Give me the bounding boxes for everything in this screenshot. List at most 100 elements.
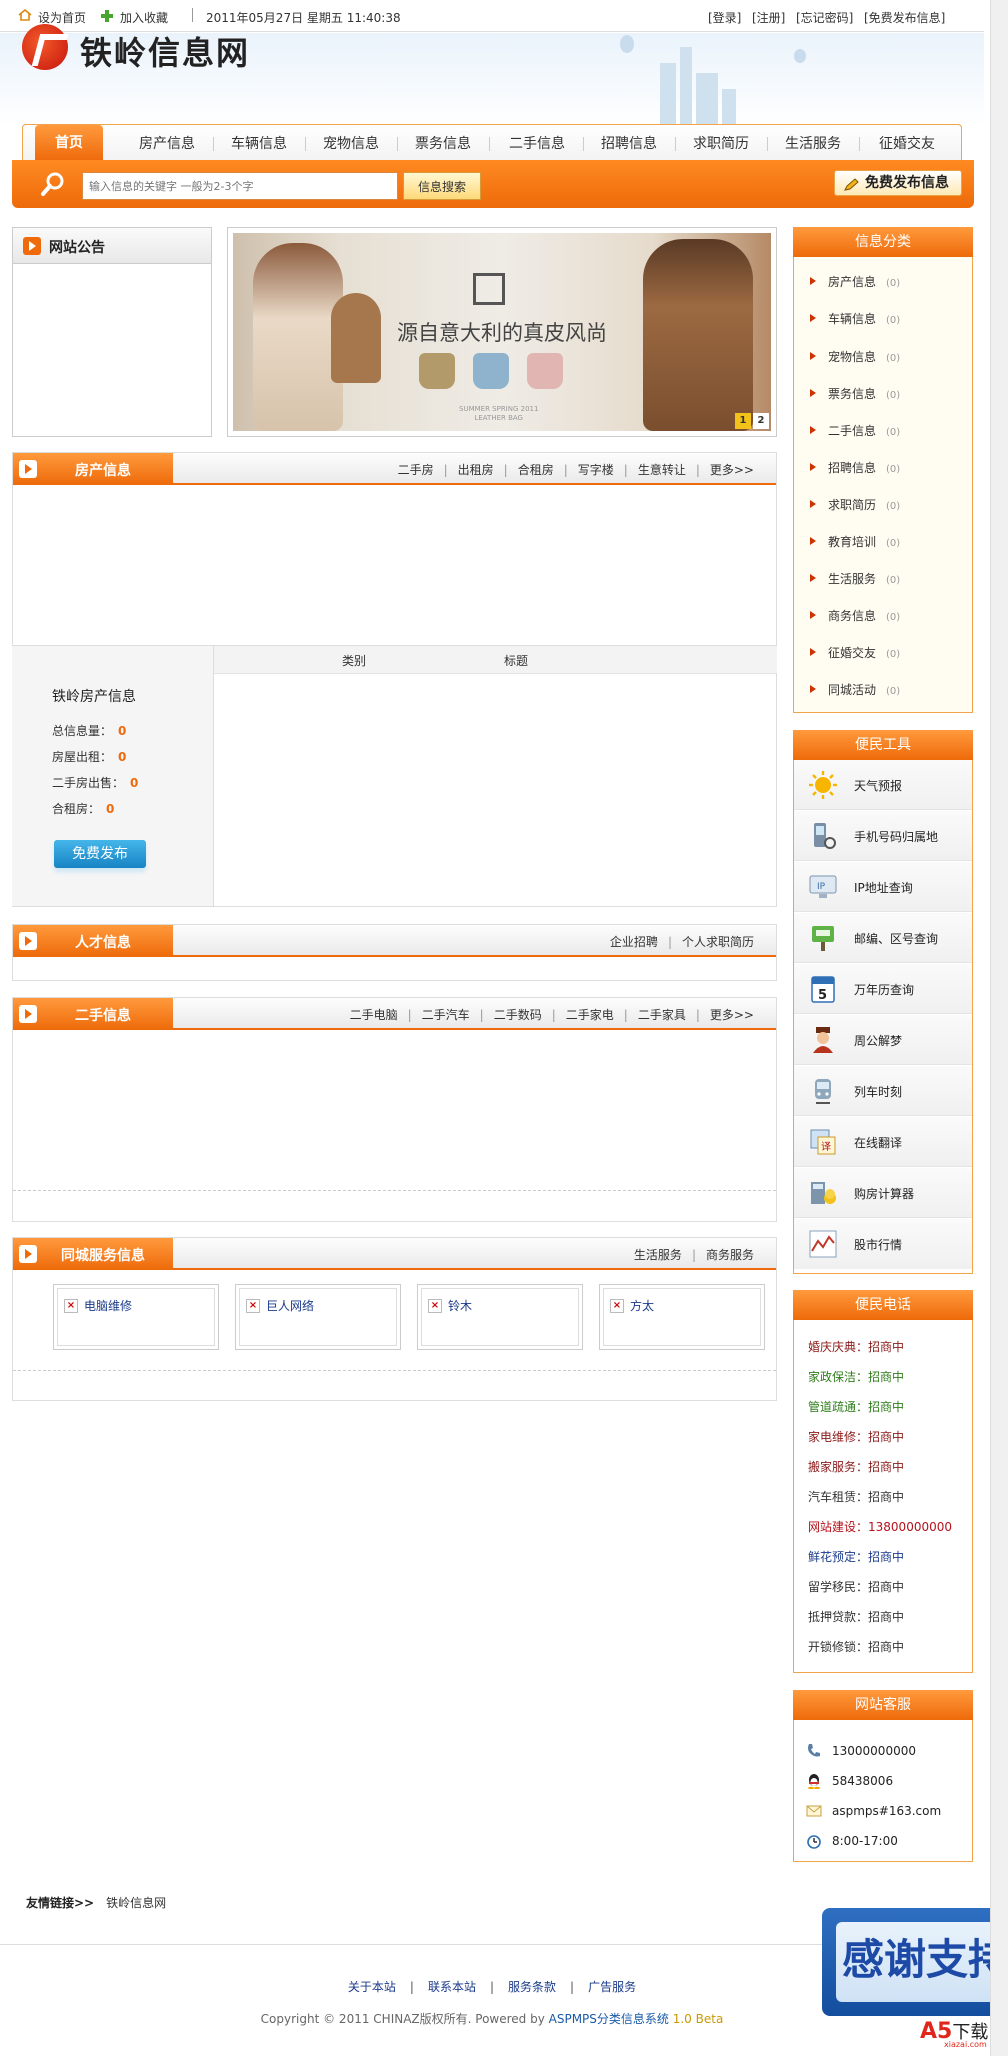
category-name[interactable]: 商务信息 [828,609,876,623]
category-name[interactable]: 征婚交友 [828,646,876,660]
banner-page-2[interactable]: 2 [753,413,769,429]
nav-tab-secondhand[interactable]: 二手信息 [509,133,565,153]
link-secondhand-furniture[interactable]: 二手家具 [628,1008,696,1022]
tool-label[interactable]: 股市行情 [854,1236,902,1253]
site-logo-icon[interactable] [22,24,68,70]
category-item[interactable]: 车辆信息 (0) [810,310,900,327]
service-item[interactable]: × 电脑维修 [53,1284,219,1350]
powered-by-link[interactable]: ASPMPS分类信息系统 [549,2012,669,2026]
tool-translate[interactable]: 译 在线翻译 [794,1117,972,1167]
tool-label[interactable]: 购房计算器 [854,1185,914,1202]
category-item[interactable]: 票务信息 (0) [810,385,900,402]
search-button[interactable]: 信息搜索 [403,172,481,200]
link-secondhand-house[interactable]: 二手房 [388,463,444,477]
support-email[interactable]: aspmps#163.com [806,1803,941,1819]
register-link[interactable]: [注册] [752,9,785,26]
category-item[interactable]: 同城活动 (0) [810,681,900,698]
tool-postcode-lookup[interactable]: 邮编、区号查询 [794,913,972,963]
banner-page-1[interactable]: 1 [735,413,751,429]
free-post-button[interactable]: 免费发布信息 [834,170,962,196]
link-shared-house[interactable]: 合租房 [508,463,564,477]
nav-tab-home[interactable]: 首页 [35,125,103,161]
tool-label[interactable]: 邮编、区号查询 [854,930,938,947]
link-life-service[interactable]: 生活服务 [624,1248,692,1262]
link-personal-resume[interactable]: 个人求职简历 [672,935,764,949]
category-name[interactable]: 求职简历 [828,498,876,512]
tool-label[interactable]: 万年历查询 [854,981,914,998]
tool-stock[interactable]: 股市行情 [794,1219,972,1269]
site-logo-text[interactable]: 铁岭信息网 [80,28,250,74]
link-secondhand-car[interactable]: 二手汽车 [412,1008,480,1022]
nav-tab-house[interactable]: 房产信息 [139,133,195,153]
footer-link-ads[interactable]: 广告服务 [588,1980,636,1994]
category-name[interactable]: 房产信息 [828,275,876,289]
category-name[interactable]: 票务信息 [828,387,876,401]
tool-weather[interactable]: 天气预报 [794,760,972,810]
category-item[interactable]: 求职简历 (0) [810,496,900,513]
tool-label[interactable]: 周公解梦 [854,1032,902,1049]
vertical-scrollbar[interactable] [990,0,1008,2056]
search-input[interactable] [82,172,398,200]
support-qq[interactable]: 58438006 [806,1773,893,1790]
tool-train[interactable]: 列车时刻 [794,1066,972,1116]
link-rental-house[interactable]: 出租房 [448,463,504,477]
category-name[interactable]: 宠物信息 [828,350,876,364]
tool-label[interactable]: 在线翻译 [854,1134,902,1151]
category-name[interactable]: 同城活动 [828,683,876,697]
support-text[interactable]: aspmps#163.com [832,1804,941,1818]
footer-link-terms[interactable]: 服务条款 [508,1980,556,1994]
link-company-recruit[interactable]: 企业招聘 [600,935,668,949]
category-name[interactable]: 生活服务 [828,572,876,586]
free-post-link[interactable]: [免费发布信息] [864,9,945,26]
forgot-password-link[interactable]: [忘记密码] [796,9,853,26]
category-item[interactable]: 宠物信息 (0) [810,348,900,365]
link-business-transfer[interactable]: 生意转让 [628,463,696,477]
service-item[interactable]: × 铃木 [417,1284,583,1350]
category-name[interactable]: 二手信息 [828,424,876,438]
service-item-name[interactable]: 电脑维修 [84,1297,132,1314]
nav-tab-resume[interactable]: 求职简历 [693,133,749,153]
tool-label[interactable]: 列车时刻 [854,1083,902,1100]
support-text[interactable]: 58438006 [832,1774,893,1788]
category-item[interactable]: 教育培训 (0) [810,533,900,550]
house-free-post-button[interactable]: 免费发布 [54,840,146,868]
nav-tab-life-service[interactable]: 生活服务 [785,133,841,153]
tool-label[interactable]: 手机号码归属地 [854,828,938,845]
category-item[interactable]: 生活服务 (0) [810,570,900,587]
tool-label[interactable]: IP地址查询 [854,879,913,896]
service-item[interactable]: × 方太 [599,1284,765,1350]
service-item[interactable]: × 巨人网络 [235,1284,401,1350]
footer-link-contact[interactable]: 联系本站 [428,1980,476,1994]
link-secondhand-digital[interactable]: 二手数码 [484,1008,552,1022]
tool-calendar[interactable]: 5 万年历查询 [794,964,972,1014]
nav-tab-ticket[interactable]: 票务信息 [415,133,471,153]
link-secondhand-more[interactable]: 更多>> [700,1008,764,1022]
category-item[interactable]: 二手信息 (0) [810,422,900,439]
nav-tab-pet[interactable]: 宠物信息 [323,133,379,153]
link-business-service[interactable]: 商务服务 [696,1248,764,1262]
service-item-name[interactable]: 铃木 [448,1297,472,1314]
login-link[interactable]: [登录] [708,9,741,26]
service-item-name[interactable]: 方太 [630,1297,654,1314]
nav-tab-dating[interactable]: 征婚交友 [879,133,935,153]
banner-image[interactable]: 源自意大利的真皮风尚 SUMMER SPRING 2011 LEATHER BA… [233,233,771,431]
nav-tab-vehicle[interactable]: 车辆信息 [231,133,287,153]
tool-mobile-lookup[interactable]: 手机号码归属地 [794,811,972,861]
link-house-more[interactable]: 更多>> [700,463,764,477]
category-name[interactable]: 车辆信息 [828,312,876,326]
tool-ip-lookup[interactable]: IP IP地址查询 [794,862,972,912]
link-secondhand-appliance[interactable]: 二手家电 [556,1008,624,1022]
category-item[interactable]: 商务信息 (0) [810,607,900,624]
tool-mortgage-calc[interactable]: 购房计算器 [794,1168,972,1218]
category-item[interactable]: 房产信息 (0) [810,273,900,290]
promo-banner[interactable]: 源自意大利的真皮风尚 SUMMER SPRING 2011 LEATHER BA… [227,227,777,437]
tool-label[interactable]: 天气预报 [854,777,902,794]
friend-link[interactable]: 铁岭信息网 [106,1896,166,1910]
footer-link-about[interactable]: 关于本站 [348,1980,396,1994]
link-office[interactable]: 写字楼 [568,463,624,477]
nav-tab-recruit[interactable]: 招聘信息 [601,133,657,153]
category-item[interactable]: 招聘信息 (0) [810,459,900,476]
link-secondhand-computer[interactable]: 二手电脑 [340,1008,408,1022]
tool-dream[interactable]: 周公解梦 [794,1015,972,1065]
category-name[interactable]: 招聘信息 [828,461,876,475]
